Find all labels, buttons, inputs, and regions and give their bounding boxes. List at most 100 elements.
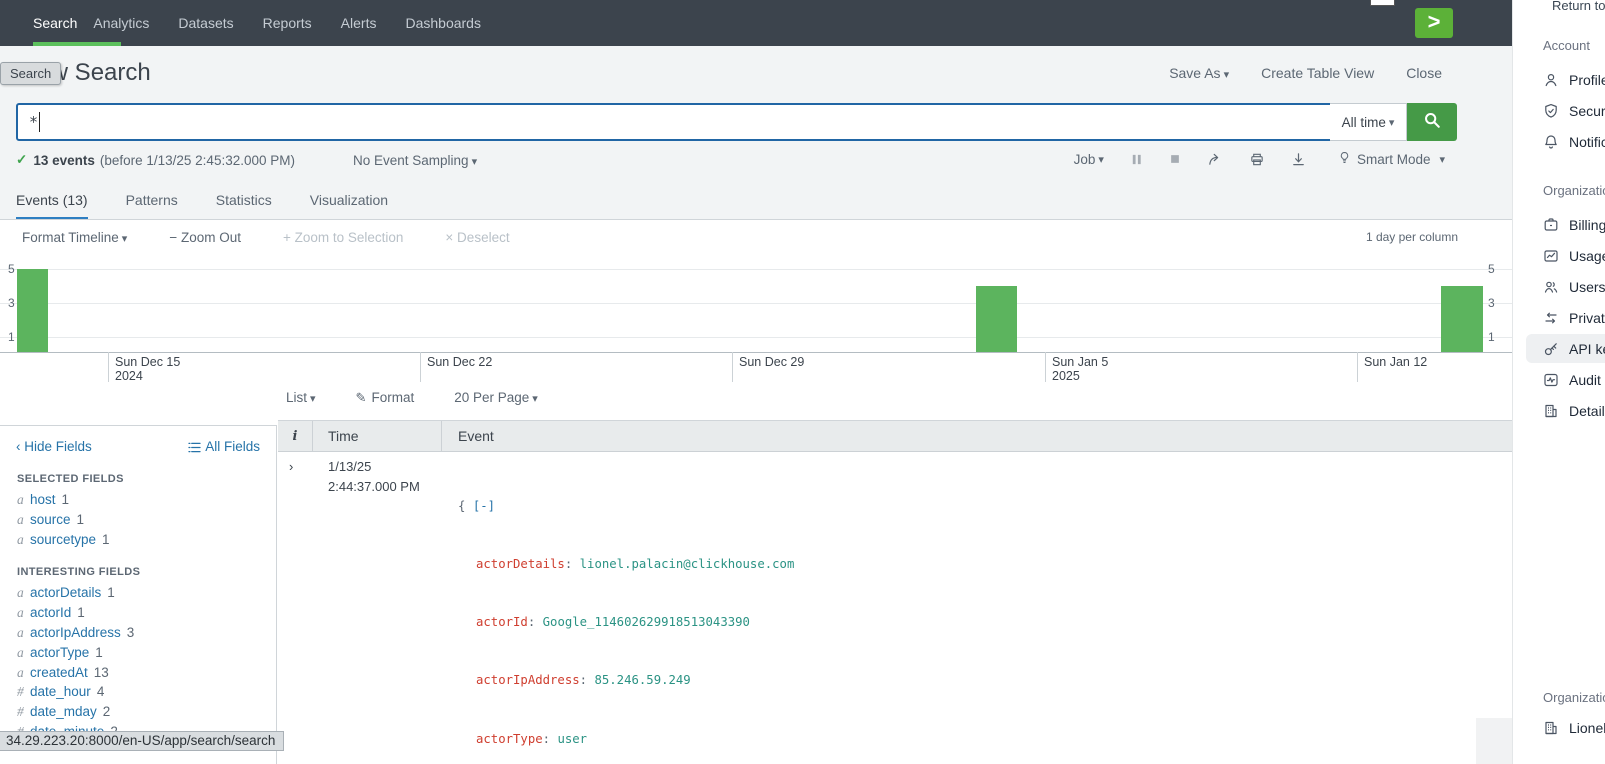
search-query-text: *: [29, 113, 38, 131]
account-section-title: Account: [1543, 38, 1590, 53]
job-status-row: ✓ 13 events (before 1/13/25 2:45:32.000 …: [16, 152, 477, 168]
field-type-icon: a: [17, 603, 30, 623]
nav-item-datasets[interactable]: Datasets: [178, 0, 233, 46]
export-icon[interactable]: [1291, 152, 1306, 167]
nav-item-dashboards[interactable]: Dashboards: [405, 0, 481, 46]
billing-icon: [1543, 217, 1559, 233]
tab-patterns[interactable]: Patterns: [126, 186, 178, 220]
panel-item-billing[interactable]: Billing: [1513, 209, 1605, 240]
panel-item-users[interactable]: Users: [1513, 271, 1605, 302]
x-axis-label: Sun Jan 5 2025: [1052, 355, 1108, 383]
x-axis-label: Sun Jan 12: [1364, 355, 1427, 369]
search-input[interactable]: *: [16, 103, 1341, 141]
timeline-bar[interactable]: [17, 269, 48, 352]
pause-icon[interactable]: [1130, 153, 1143, 166]
list-view-menu[interactable]: List▾: [286, 390, 316, 406]
nav-item-reports[interactable]: Reports: [263, 0, 312, 46]
nav-item-alerts[interactable]: Alerts: [341, 0, 377, 46]
top-navbar: Search Analytics Datasets Reports Alerts…: [0, 0, 1512, 46]
timeline-bar[interactable]: [976, 286, 1017, 352]
field-type-icon: a: [17, 643, 30, 663]
expand-chevron-icon[interactable]: ›: [289, 459, 293, 474]
json-value[interactable]: 85.246.59.249: [594, 673, 690, 687]
collapse-json-link[interactable]: [-]: [473, 499, 495, 513]
create-table-view-button[interactable]: Create Table View: [1261, 65, 1374, 81]
clickhouse-settings-panel: Return to Account Profile Security Notif…: [1512, 0, 1605, 764]
zoom-out-button[interactable]: − Zoom Out: [169, 230, 241, 245]
building-icon: [1543, 720, 1559, 736]
event-sampling-menu[interactable]: No Event Sampling▾: [353, 153, 477, 168]
pencil-icon: ✎: [356, 390, 367, 405]
field-type-icon: a: [17, 583, 30, 603]
chevron-down-icon: ▾: [1098, 153, 1104, 166]
json-key[interactable]: actorId: [476, 615, 528, 629]
time-column-header: Time: [313, 421, 442, 451]
timeline-plot[interactable]: 553311: [0, 255, 1512, 353]
panel-item-notifications[interactable]: Notifications: [1513, 126, 1605, 157]
splunk-logo[interactable]: >: [1415, 8, 1453, 38]
y-axis-label: 1: [1488, 330, 1495, 344]
nav-item-search[interactable]: Search: [33, 0, 77, 46]
deselect-button[interactable]: × Deselect: [445, 230, 509, 245]
panel-item-details[interactable]: Details: [1513, 395, 1605, 426]
time-range-label: All time: [1342, 115, 1386, 130]
json-key[interactable]: actorIpAddress: [476, 673, 580, 687]
job-menu[interactable]: Job▾: [1074, 152, 1104, 167]
search-button[interactable]: [1407, 103, 1457, 141]
panel-item-security[interactable]: Security: [1513, 95, 1605, 126]
event-count-time: (before 1/13/25 2:45:32.000 PM): [100, 153, 295, 168]
tab-events[interactable]: Events (13): [16, 186, 88, 220]
all-fields-link[interactable]: All Fields: [188, 439, 260, 456]
panel-item-usage[interactable]: Usage: [1513, 240, 1605, 271]
person-icon: [1543, 72, 1559, 88]
timeline-controls: Format Timeline▾ − Zoom Out + Zoom to Se…: [22, 230, 510, 245]
x-axis-tick: [1045, 352, 1046, 382]
chevron-down-icon: ▾: [1389, 116, 1395, 129]
smart-mode-menu[interactable]: Smart Mode▾: [1338, 150, 1445, 168]
format-timeline-menu[interactable]: Format Timeline▾: [22, 230, 127, 245]
hide-fields-link[interactable]: ‹ Hide Fields: [16, 439, 92, 456]
check-icon: ✓: [16, 152, 27, 168]
json-value[interactable]: Google_114602629918513043390: [543, 615, 750, 629]
json-key[interactable]: actorType: [476, 732, 543, 746]
panel-item-api-keys[interactable]: API keys: [1513, 333, 1605, 364]
bell-icon: [1543, 134, 1559, 150]
field-type-icon: #: [17, 682, 30, 702]
field-type-icon: a: [17, 490, 30, 510]
time-range-picker[interactable]: All time▾: [1330, 103, 1407, 141]
zoom-to-selection-button[interactable]: + Zoom to Selection: [283, 230, 403, 245]
tab-visualization[interactable]: Visualization: [310, 186, 388, 220]
print-icon[interactable]: [1249, 152, 1265, 167]
timeline-bar[interactable]: [1441, 286, 1483, 352]
format-menu[interactable]: ✎Format: [356, 390, 415, 406]
panel-item-private-endpoints[interactable]: Private: [1513, 302, 1605, 333]
per-page-menu[interactable]: 20 Per Page▾: [454, 390, 538, 406]
chevron-down-icon: ▾: [1224, 69, 1230, 81]
panel-item-audit[interactable]: Audit: [1513, 364, 1605, 395]
tab-statistics[interactable]: Statistics: [216, 186, 272, 220]
return-to-link[interactable]: Return to: [1552, 0, 1605, 13]
field-actorId: aactorId1: [0, 603, 276, 623]
chevron-left-icon: ‹: [16, 439, 21, 454]
panel-item-organization-lionel[interactable]: Lionel: [1513, 712, 1605, 743]
field-source: asource1: [0, 510, 276, 530]
selected-fields-title: SELECTED FIELDS: [17, 473, 276, 485]
json-key[interactable]: actorDetails: [476, 557, 565, 571]
event-count: 13 events: [33, 153, 95, 168]
events-table: i Time Event › 1/13/25 2:44:37.000 PM { …: [278, 420, 1512, 764]
nav-search-tooltip: Search: [0, 62, 61, 85]
x-axis-tick: [108, 352, 109, 382]
timeline-gridline: [0, 337, 1512, 338]
json-value[interactable]: lionel.palacin@clickhouse.com: [580, 557, 795, 571]
panel-item-profile[interactable]: Profile: [1513, 64, 1605, 95]
stop-icon[interactable]: [1169, 153, 1181, 165]
field-type-icon: a: [17, 510, 30, 530]
close-button[interactable]: Close: [1406, 65, 1442, 81]
events-timeline-chart[interactable]: 553311 Sun Dec 15 2024Sun Dec 22Sun Dec …: [0, 255, 1512, 385]
json-value[interactable]: user: [557, 732, 587, 746]
x-axis-tick: [1357, 352, 1358, 382]
open-brace: {: [458, 499, 465, 513]
save-as-button[interactable]: Save As▾: [1169, 65, 1229, 81]
share-icon[interactable]: [1207, 152, 1223, 167]
nav-item-analytics[interactable]: Analytics: [93, 0, 149, 46]
